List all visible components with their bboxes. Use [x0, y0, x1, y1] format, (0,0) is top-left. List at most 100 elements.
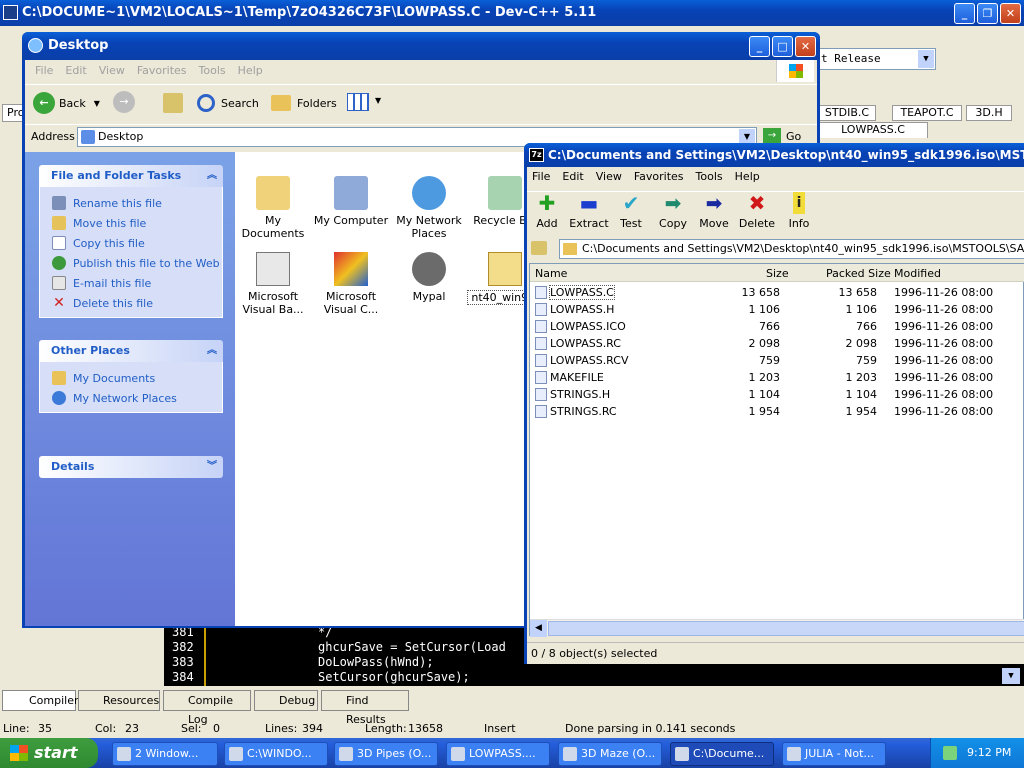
taskbar-item-3d-pipes[interactable]: 3D Pipes (O... — [334, 742, 438, 766]
desktop-item-mypal[interactable]: Mypal — [391, 252, 467, 303]
file-folder-tasks-header[interactable]: File and Folder Tasks ︽ — [39, 165, 223, 187]
path-input[interactable]: C:\Documents and Settings\VM2\Desktop\nt… — [559, 239, 1024, 259]
col-size[interactable]: Size — [766, 267, 789, 280]
left-panel-tab[interactable]: Pro — [2, 104, 24, 122]
taskbar-item-julia-notepad[interactable]: JULIA - Not... — [782, 742, 886, 766]
taskbar-item-cmd[interactable]: C:\WINDO... — [224, 742, 328, 766]
desktop-item-my-computer[interactable]: My Computer — [313, 176, 389, 227]
taskbar-item-7zip[interactable]: C:\Docume... — [670, 742, 774, 766]
col-name[interactable]: Name — [535, 267, 567, 280]
col-packed-size[interactable]: Packed Size — [826, 267, 891, 280]
tab-debug[interactable]: Debug — [254, 690, 318, 711]
tab-teapot[interactable]: TEAPOT.C — [892, 105, 962, 121]
up-folder-icon[interactable] — [163, 93, 183, 113]
network-tray-icon[interactable] — [943, 746, 957, 760]
start-button[interactable]: start — [0, 738, 98, 768]
copy-button[interactable]: ➡ Copy — [653, 192, 693, 230]
add-button[interactable]: ✚ Add — [527, 192, 567, 230]
taskbar-item-windows-group[interactable]: 2 Window... — [112, 742, 218, 766]
place-my-documents[interactable]: My Documents — [52, 368, 222, 388]
horizontal-scrollbar[interactable]: ◀ — [530, 619, 1024, 637]
task-rename[interactable]: Rename this file — [52, 193, 222, 213]
file-row[interactable]: LOWPASS.ICO 766 766 1996-11-26 08:00 — [530, 318, 1020, 335]
search-button[interactable]: Search — [197, 91, 259, 115]
chevron-down-icon[interactable]: ▼ — [918, 50, 934, 68]
extract-button[interactable]: ▬ Extract — [569, 192, 609, 230]
menu-view[interactable]: View — [99, 64, 125, 77]
file-row[interactable]: MAKEFILE 1 203 1 203 1996-11-26 08:00 — [530, 369, 1020, 386]
expand-icon[interactable]: ︾ — [207, 456, 217, 478]
editor-scrollbar-down[interactable]: ▼ — [1002, 668, 1020, 684]
place-my-network[interactable]: My Network Places — [52, 388, 222, 408]
taskbar-item-lowpass[interactable]: LOWPASS.... — [446, 742, 550, 766]
explorer-minimize-button[interactable]: _ — [749, 36, 770, 57]
col-modified[interactable]: Modified — [894, 267, 941, 280]
menu-help[interactable]: Help — [238, 64, 263, 77]
file-row[interactable]: LOWPASS.C 13 658 13 658 1996-11-26 08:00 — [530, 284, 1020, 301]
devcpp-minimize-button[interactable]: _ — [954, 3, 975, 24]
collapse-icon[interactable]: ︽ — [207, 165, 217, 187]
other-places-header[interactable]: Other Places ︽ — [39, 340, 223, 362]
menu-view[interactable]: View — [596, 170, 622, 183]
file-packed-size: 1 106 — [845, 303, 878, 316]
scroll-thumb[interactable] — [548, 621, 1024, 636]
menu-file[interactable]: File — [35, 64, 53, 77]
desktop-item-visual-basic[interactable]: Microsoft Visual Ba... — [235, 252, 311, 316]
devcpp-build-config-select[interactable]: t Release ▼ — [818, 48, 936, 70]
menu-file[interactable]: File — [532, 170, 550, 183]
tab-resources[interactable]: Resources — [78, 690, 160, 711]
views-button[interactable]: ▼ — [347, 93, 383, 113]
tab-compiler[interactable]: Compiler — [2, 690, 79, 711]
back-dropdown-icon[interactable]: ▼ — [94, 99, 100, 108]
file-row[interactable]: LOWPASS.RCV 759 759 1996-11-26 08:00 — [530, 352, 1020, 369]
file-name: LOWPASS.ICO — [550, 320, 626, 333]
desktop-item-visual-c[interactable]: Microsoft Visual C... — [313, 252, 389, 316]
taskbar-item-3d-maze[interactable]: 3D Maze (O... — [558, 742, 662, 766]
task-delete[interactable]: ✕ Delete this file — [52, 293, 222, 313]
test-button[interactable]: ✔ Test — [611, 192, 651, 230]
devcpp-close-button[interactable]: ✕ — [1000, 3, 1021, 24]
forward-button[interactable]: → — [113, 91, 135, 113]
tab-stdib[interactable]: STDIB.C — [818, 105, 876, 121]
menu-favorites[interactable]: Favorites — [137, 64, 187, 77]
menu-tools[interactable]: Tools — [199, 64, 226, 77]
desktop-item-my-network[interactable]: My Network Places — [391, 176, 467, 240]
menu-edit[interactable]: Edit — [562, 170, 583, 183]
info-button[interactable]: i Info — [779, 192, 819, 230]
tab-compile-log[interactable]: Compile Log — [163, 690, 251, 726]
explorer-maximize-button[interactable]: □ — [772, 36, 793, 57]
task-email[interactable]: E-mail this file — [52, 273, 222, 293]
tab-find-results[interactable]: Find Results — [321, 690, 409, 726]
task-copy[interactable]: Copy this file — [52, 233, 222, 253]
menu-tools[interactable]: Tools — [696, 170, 723, 183]
move-button[interactable]: ➡ Move — [694, 192, 734, 230]
back-button[interactable]: ← Back ▼ — [33, 91, 100, 115]
delete-button[interactable]: ✖ Delete — [737, 192, 777, 230]
folders-button[interactable]: Folders — [271, 91, 337, 115]
file-row[interactable]: LOWPASS.RC 2 098 2 098 1996-11-26 08:00 — [530, 335, 1020, 352]
menu-edit[interactable]: Edit — [65, 64, 86, 77]
clock[interactable]: 9:12 PM — [967, 746, 1011, 759]
details-header[interactable]: Details ︾ — [39, 456, 223, 478]
tab-3d-h[interactable]: 3D.H — [966, 105, 1012, 121]
file-name: STRINGS.RC — [550, 405, 617, 418]
tab-lowpass[interactable]: LOWPASS.C — [818, 122, 928, 138]
menu-help[interactable]: Help — [735, 170, 760, 183]
file-size: 2 098 — [748, 337, 781, 350]
folder-up-icon[interactable] — [531, 241, 547, 255]
file-name: STRINGS.H — [550, 388, 611, 401]
go-button[interactable]: → Go — [763, 128, 801, 144]
collapse-icon[interactable]: ︽ — [207, 340, 217, 362]
file-row[interactable]: STRINGS.RC 1 954 1 954 1996-11-26 08:00 — [530, 403, 1020, 420]
task-publish[interactable]: Publish this file to the Web — [52, 253, 222, 273]
devcpp-maximize-button[interactable]: ❐ — [977, 3, 998, 24]
file-packed-size: 1 104 — [845, 388, 878, 401]
explorer-close-button[interactable]: ✕ — [795, 36, 816, 57]
windows-logo-icon — [776, 60, 814, 82]
desktop-item-my-documents[interactable]: My Documents — [235, 176, 311, 240]
menu-favorites[interactable]: Favorites — [634, 170, 684, 183]
task-move[interactable]: Move this file — [52, 213, 222, 233]
file-row[interactable]: LOWPASS.H 1 106 1 106 1996-11-26 08:00 — [530, 301, 1020, 318]
scroll-left-icon[interactable]: ◀ — [530, 620, 547, 637]
file-row[interactable]: STRINGS.H 1 104 1 104 1996-11-26 08:00 — [530, 386, 1020, 403]
